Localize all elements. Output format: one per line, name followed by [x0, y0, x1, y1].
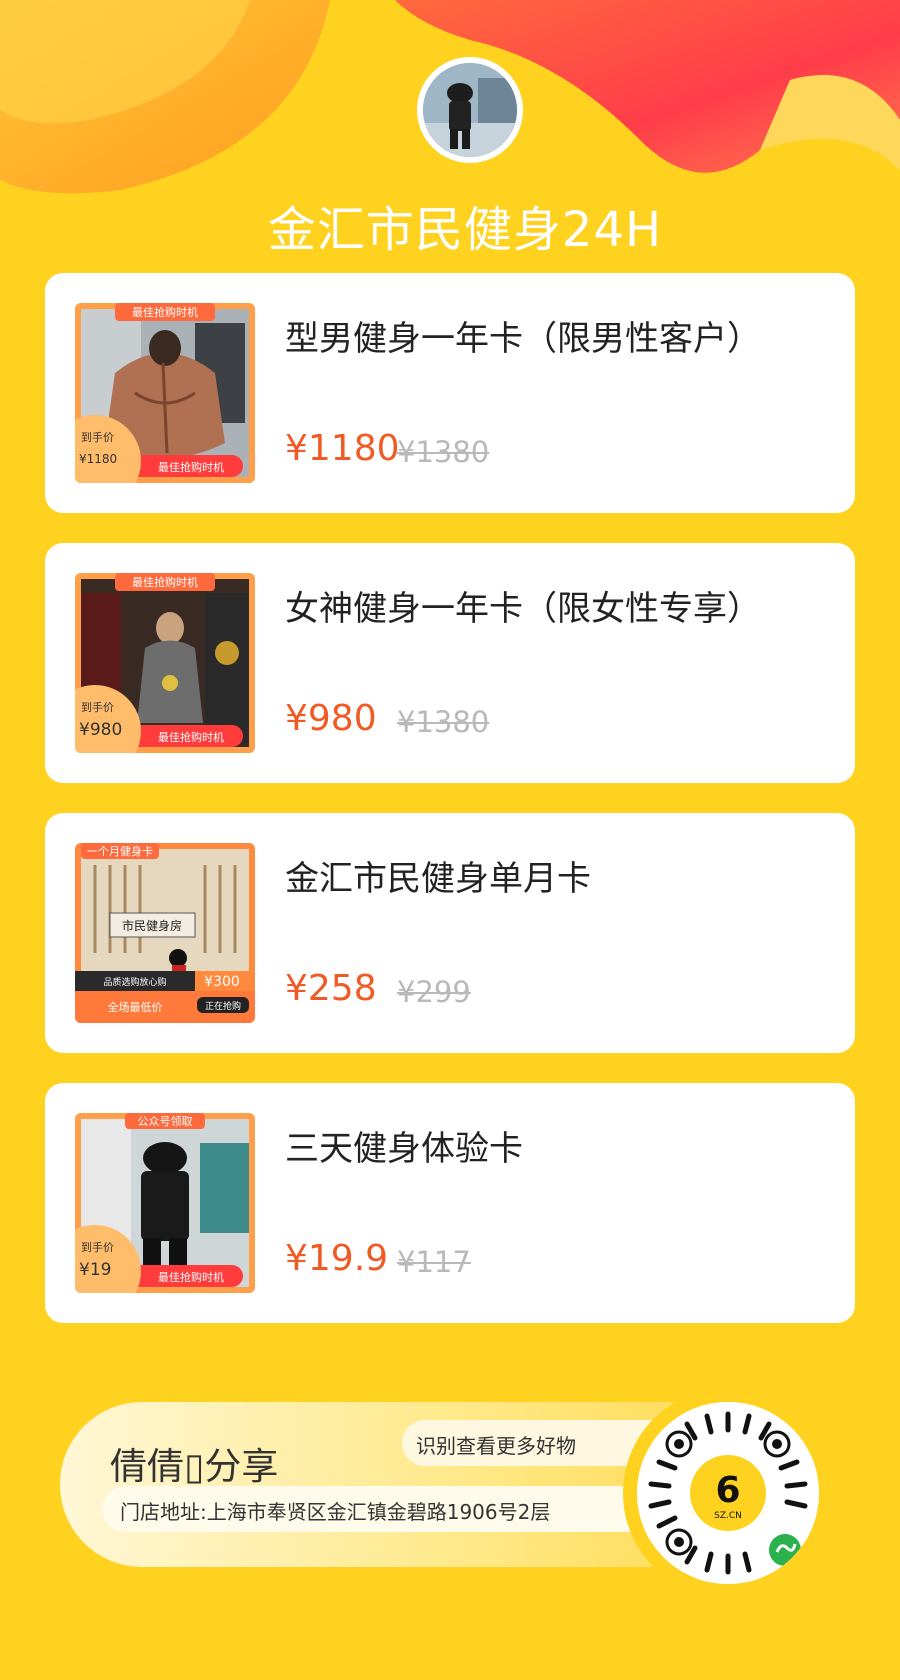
shop-avatar[interactable] [417, 57, 523, 163]
badge-caption: 品质选购放心购 [103, 976, 166, 988]
product-card[interactable]: 最佳抢购时机 最佳抢购时机 到手价 ¥980 女神健身一年卡（限女性专享） ¥9… [45, 543, 855, 783]
product-thumbnail[interactable]: 市民健身房 一个月健身卡 品质选购放心购 ¥300 全场最低价 正在抢购 [75, 843, 255, 1023]
poster: 金汇市民健身24H 最佳抢购时机 最佳抢购时机 到手价 ¥1180 型男健身一年… [0, 0, 900, 1680]
badge-bottom-text: 最佳抢购时机 [158, 1270, 224, 1284]
avatar-photo [423, 63, 517, 157]
badge-corner-price: ¥980 [79, 720, 122, 740]
product-price: ¥980 [285, 698, 377, 739]
badge-price: ¥300 [204, 974, 240, 990]
product-original-price: ¥117 [397, 1245, 471, 1279]
badge-corner-label: 到手价 [81, 1240, 114, 1254]
badge-top-text: 最佳抢购时机 [132, 305, 198, 319]
store-address: 门店地址:上海市奉贤区金汇镇金碧路1906号2层 [120, 1500, 551, 1524]
share-author: 倩倩▯分享 [110, 1445, 279, 1488]
product-original-price: ¥1380 [397, 705, 490, 739]
product-price: ¥258 [285, 968, 377, 1009]
badge-top-text: 最佳抢购时机 [132, 575, 198, 589]
product-thumbnail[interactable]: 公众号领取 最佳抢购时机 到手价 ¥19 [75, 1113, 255, 1293]
product-image-1: 最佳抢购时机 最佳抢购时机 到手价 ¥1180 [75, 303, 255, 483]
badge-bottom-text: 最佳抢购时机 [158, 730, 224, 744]
gym-sign-text: 市民健身房 [122, 918, 182, 933]
badge-bottom-text: 最佳抢购时机 [158, 460, 224, 474]
badge-corner-price: ¥19 [79, 1260, 111, 1280]
badge-corner-label: 到手价 [81, 430, 114, 444]
svg-text:6: 6 [715, 1470, 740, 1511]
product-name[interactable]: 三天健身体验卡 [285, 1121, 523, 1170]
badge-top-text: 公众号领取 [138, 1115, 193, 1128]
product-thumbnail[interactable]: 最佳抢购时机 最佳抢购时机 到手价 ¥1180 [75, 303, 255, 483]
product-name[interactable]: 型男健身一年卡（限男性客户） [285, 311, 761, 360]
badge-status: 正在抢购 [205, 1000, 241, 1012]
cta-text: 识别查看更多好物 [416, 1434, 576, 1458]
product-name[interactable]: 女神健身一年卡（限女性专享） [285, 581, 761, 630]
product-name[interactable]: 金汇市民健身单月卡 [285, 851, 591, 900]
product-card[interactable]: 市民健身房 一个月健身卡 品质选购放心购 ¥300 全场最低价 正在抢购 金汇市… [45, 813, 855, 1053]
badge-top-text: 一个月健身卡 [87, 844, 153, 858]
product-original-price: ¥299 [397, 975, 471, 1009]
product-thumbnail[interactable]: 最佳抢购时机 最佳抢购时机 到手价 ¥980 [75, 573, 255, 753]
shop-title: 金汇市民健身24H [267, 202, 663, 258]
address-pill: 门店地址:上海市奉贤区金汇镇金碧路1906号2层 [102, 1486, 662, 1532]
product-image-2: 最佳抢购时机 最佳抢购时机 到手价 ¥980 [75, 573, 255, 753]
qr-code[interactable]: 6 SZ.CN [623, 1388, 833, 1598]
mini-program-code-icon: 6 SZ.CN [637, 1402, 819, 1584]
badge-corner-label: 到手价 [81, 700, 114, 714]
product-card[interactable]: 公众号领取 最佳抢购时机 到手价 ¥19 三天健身体验卡 ¥19.9 ¥117 [45, 1083, 855, 1323]
qr-logo-text: SZ.CN [714, 1511, 742, 1521]
product-original-price: ¥1380 [397, 435, 490, 469]
badge-bottom-text: 全场最低价 [108, 1000, 163, 1014]
product-price: ¥1180 [285, 428, 400, 469]
product-image-4: 公众号领取 最佳抢购时机 到手价 ¥19 [75, 1113, 255, 1293]
product-card[interactable]: 最佳抢购时机 最佳抢购时机 到手价 ¥1180 型男健身一年卡（限男性客户） ¥… [45, 273, 855, 513]
product-price: ¥19.9 [285, 1238, 389, 1279]
product-image-3: 市民健身房 一个月健身卡 品质选购放心购 ¥300 全场最低价 正在抢购 [75, 843, 255, 1023]
badge-corner-price: ¥1180 [79, 452, 117, 466]
